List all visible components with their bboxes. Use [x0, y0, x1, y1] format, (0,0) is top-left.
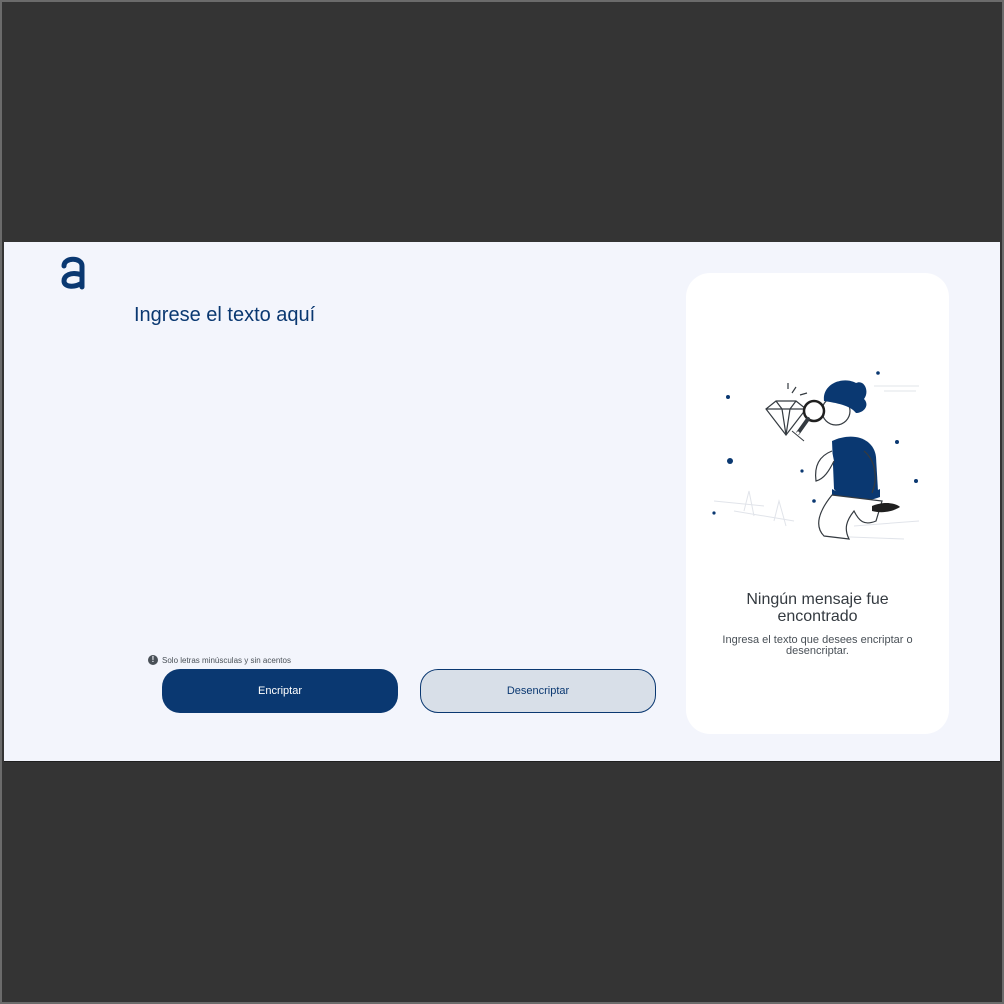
decrypt-button[interactable]: Desencriptar [420, 669, 656, 713]
decrypt-button-label: Desencriptar [506, 685, 570, 697]
hint-text: Solo letras minúsculas y sin acentos [162, 655, 291, 665]
message-input[interactable] [134, 304, 654, 624]
person-magnifying-glass-illustration [712, 371, 920, 540]
encrypt-button-label: Encriptar [257, 685, 303, 697]
encryptor-app: ! Solo letras minúsculas y sin acentos E… [4, 242, 1000, 762]
encrypt-button[interactable]: Encriptar [162, 669, 398, 713]
alura-logo-icon [61, 256, 85, 290]
input-hint: ! Solo letras minúsculas y sin acentos [148, 653, 291, 667]
empty-state-subtitle: Ingresa el texto que desees encriptar o … [722, 634, 913, 657]
info-icon: ! [148, 655, 158, 665]
empty-state-title: Ningún mensaje fue encontrado [746, 591, 889, 625]
output-panel: Ningún mensaje fue encontrado Ingresa el… [686, 273, 949, 734]
